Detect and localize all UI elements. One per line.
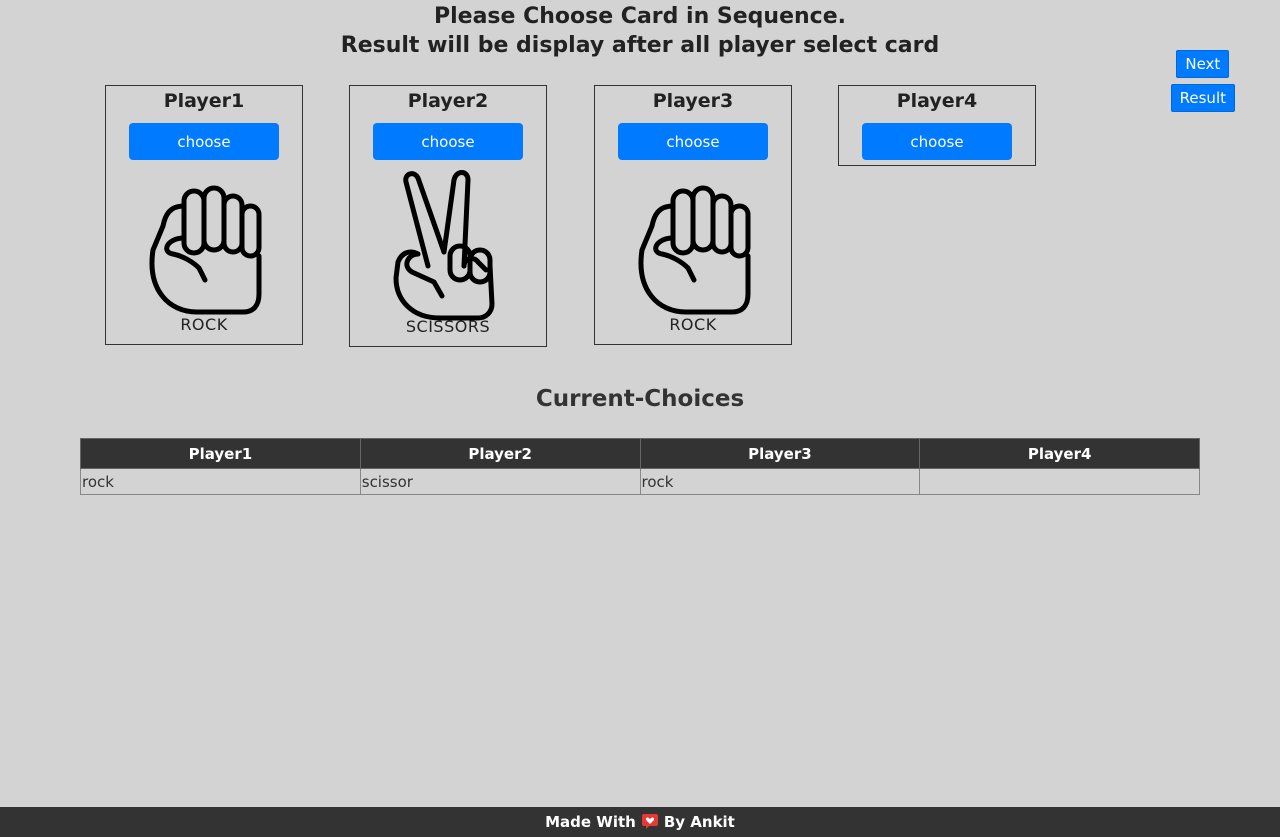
column-header: Player4 <box>919 438 1200 469</box>
player-card-3: Player3 choose ROCK <box>594 85 792 345</box>
rock-hand-icon <box>149 185 262 315</box>
table-header-row: Player1 Player2 Player3 Player4 <box>80 438 1200 469</box>
player-name: Player2 <box>407 90 489 112</box>
choose-button[interactable]: choose <box>618 123 768 160</box>
card-label: ROCK <box>180 315 228 334</box>
side-buttons: Next Result <box>1170 50 1235 112</box>
table-cell: rock <box>80 468 361 495</box>
current-choices-title: Current-Choices <box>535 386 745 412</box>
column-header: Player1 <box>80 438 361 469</box>
rock-hand-icon <box>638 185 751 315</box>
table-cell: rock <box>639 468 921 495</box>
player-card-1: Player1 choose ROCK <box>105 85 303 345</box>
choose-button[interactable]: choose <box>129 123 279 160</box>
table-cell <box>919 468 1200 495</box>
heading-line-2: Result will be display after all player … <box>340 33 940 58</box>
player-name: Player1 <box>163 90 245 112</box>
card-label: ROCK <box>669 315 717 334</box>
page-heading: Please Choose Card in Sequence. Result w… <box>0 2 1280 60</box>
current-choices-table: Player1 Player2 Player3 Player4 rock sci… <box>80 438 1200 495</box>
player-name: Player3 <box>652 90 734 112</box>
footer: Made With By Ankit <box>0 807 1280 837</box>
choose-button[interactable]: choose <box>862 123 1012 160</box>
table-row: rock scissor rock <box>80 468 1200 495</box>
scissors-hand-icon <box>393 170 495 321</box>
column-header: Player3 <box>639 438 921 469</box>
heading-line-1: Please Choose Card in Sequence. <box>433 4 846 29</box>
card-label: SCISSORS <box>405 317 491 336</box>
player-card-2: Player2 choose SCISSORS <box>349 85 547 347</box>
heart-icon <box>641 814 658 829</box>
table-cell: scissor <box>359 468 641 495</box>
player-name: Player4 <box>896 90 978 112</box>
footer-text-before: Made With <box>545 813 636 831</box>
next-button[interactable]: Next <box>1176 50 1230 78</box>
result-button[interactable]: Result <box>1170 84 1235 112</box>
player-card-4: Player4 choose <box>838 85 1036 166</box>
column-header: Player2 <box>359 438 641 469</box>
choose-button[interactable]: choose <box>373 123 523 160</box>
footer-text-after: By Ankit <box>663 813 735 831</box>
